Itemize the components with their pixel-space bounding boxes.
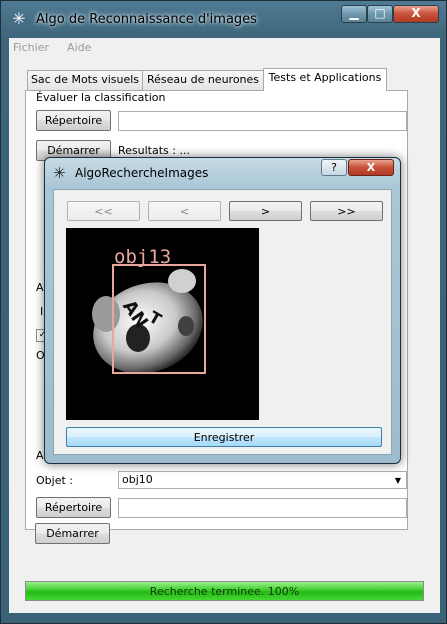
dialog-close-button[interactable]: X (348, 159, 394, 176)
repertoire-path-field-2[interactable] (118, 498, 407, 518)
objet-combobox[interactable]: obj10 ▼ (118, 471, 407, 489)
demarrer-button-2[interactable]: Démarrer (35, 523, 110, 544)
title-bar[interactable]: ✳ Algo de Reconnaissance d'images ▁ □ X (1, 1, 446, 37)
resultats-text: Resultats : ... (118, 144, 190, 157)
window-title: Algo de Reconnaissance d'images (36, 12, 257, 27)
objet-value: obj10 (122, 473, 153, 486)
close-icon: X (411, 6, 421, 20)
help-button[interactable]: ? (321, 159, 347, 176)
minimize-button[interactable]: ▁ (341, 5, 367, 23)
first-button[interactable]: << (67, 201, 140, 221)
dialog-title: AlgoRechercheImages (75, 166, 209, 180)
maximize-button[interactable]: □ (367, 5, 393, 23)
close-button[interactable]: X (393, 5, 439, 23)
dialog-client: << < > >> AN T obj13 Enregistrer (53, 189, 392, 455)
repertoire-button-2[interactable]: Répertoire (36, 497, 111, 518)
objet-label: Objet : (36, 474, 73, 487)
prev-button[interactable]: < (148, 201, 221, 221)
menu-aide[interactable]: Aide (67, 41, 91, 54)
minimize-icon: ▁ (349, 6, 359, 20)
repertoire-button[interactable]: Répertoire (36, 110, 111, 131)
detection-label: obj13 (114, 246, 171, 268)
section-title-evaluer: Évaluer la classification (36, 91, 166, 104)
menu-fichier[interactable]: Fichier (13, 41, 49, 54)
maximize-icon: □ (374, 6, 386, 20)
next-button[interactable]: > (229, 201, 302, 221)
menu-bar: Fichier Aide (9, 38, 440, 58)
last-button[interactable]: >> (310, 201, 383, 221)
app-icon: ✳ (12, 9, 26, 28)
enregistrer-button[interactable]: Enregistrer (66, 427, 382, 447)
search-images-dialog: ✳ AlgoRechercheImages ? X << < > >> AN T… (44, 157, 401, 464)
result-image-view: AN T obj13 (66, 228, 259, 420)
help-icon: ? (331, 161, 337, 174)
status-progress-bar: Recherche terminee. 100% (25, 581, 424, 601)
tab-tests-applications[interactable]: Tests et Applications (263, 68, 387, 91)
detected-object-image: AN T obj13 (92, 246, 206, 374)
status-text: Recherche terminee. 100% (149, 585, 300, 598)
tab-reseau-neurones[interactable]: Réseau de neurones (142, 70, 264, 90)
dialog-app-icon: ✳ (53, 164, 66, 182)
close-icon: X (366, 161, 376, 174)
repertoire-path-field[interactable] (118, 111, 407, 131)
chevron-down-icon[interactable]: ▼ (391, 473, 405, 489)
tab-sac-de-mots[interactable]: Sac de Mots visuels (27, 70, 143, 90)
